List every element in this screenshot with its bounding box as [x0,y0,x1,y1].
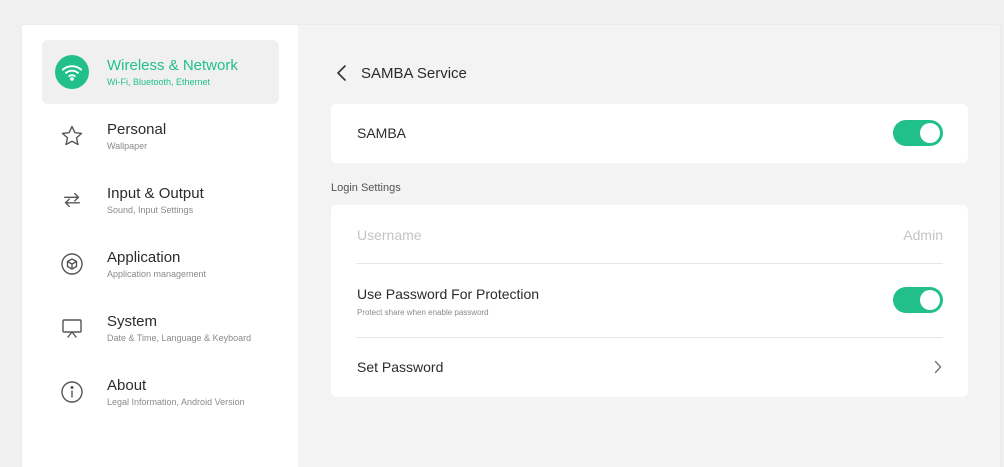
sidebar-item-personal[interactable]: Personal Wallpaper [42,104,279,168]
sidebar-item-subtitle: Wallpaper [107,140,148,151]
sidebar-item-title: Input & Output [107,184,204,202]
cube-icon [55,247,89,281]
samba-label: SAMBA [357,125,407,141]
page-header: SAMBA Service [336,61,467,85]
set-password-label: Set Password [357,359,444,375]
sidebar-item-application[interactable]: Application Application management [42,232,279,296]
sidebar: Wireless & Network Wi-Fi, Bluetooth, Eth… [22,25,298,467]
sidebar-item-title: Personal [107,120,167,138]
samba-card: SAMBA [331,104,968,163]
chevron-left-icon [337,65,346,81]
back-button[interactable] [336,61,354,85]
main-panel: SAMBA Service SAMBA Login Settings Usern… [298,25,1000,467]
sidebar-item-input-output[interactable]: Input & Output Sound, Input Settings [42,168,279,232]
sidebar-item-about[interactable]: About Legal Information, Android Version [42,360,279,424]
sidebar-item-title: Wireless & Network [107,56,238,74]
username-value: Admin [903,227,943,243]
sidebar-item-subtitle: Wi-Fi, Bluetooth, Ethernet [107,76,211,87]
sidebar-item-subtitle: Sound, Input Settings [107,204,194,215]
set-password-row[interactable]: Set Password [331,338,968,397]
monitor-icon [55,311,89,345]
chevron-right-icon [934,360,942,374]
wifi-icon [55,55,89,89]
sidebar-item-wireless-network[interactable]: Wireless & Network Wi-Fi, Bluetooth, Eth… [42,40,279,104]
info-icon [55,375,89,409]
samba-toggle[interactable] [893,120,943,146]
sidebar-item-title: About [107,376,147,394]
sidebar-item-system[interactable]: System Date & Time, Language & Keyboard [42,296,279,360]
sidebar-item-subtitle: Application management [107,268,207,279]
arrows-swap-icon [55,183,89,217]
toggle-knob [920,123,940,143]
username-label: Username [357,227,422,243]
sidebar-item-subtitle: Legal Information, Android Version [107,396,245,407]
sidebar-item-title: Application [107,248,181,266]
login-settings-section-label: Login Settings [331,182,401,194]
password-protection-row[interactable]: Use Password For Protection Protect shar… [331,264,968,337]
login-settings-card: Username Admin Use Password For Protecti… [331,205,968,397]
sidebar-item-subtitle: Date & Time, Language & Keyboard [107,332,252,343]
password-protection-toggle[interactable] [893,287,943,313]
toggle-knob [920,290,940,310]
password-protection-subtitle: Protect share when enable password [357,308,489,317]
star-icon [55,119,89,153]
password-protection-label: Use Password For Protection [357,286,540,302]
sidebar-item-title: System [107,312,158,330]
page-title: SAMBA Service [361,64,467,82]
